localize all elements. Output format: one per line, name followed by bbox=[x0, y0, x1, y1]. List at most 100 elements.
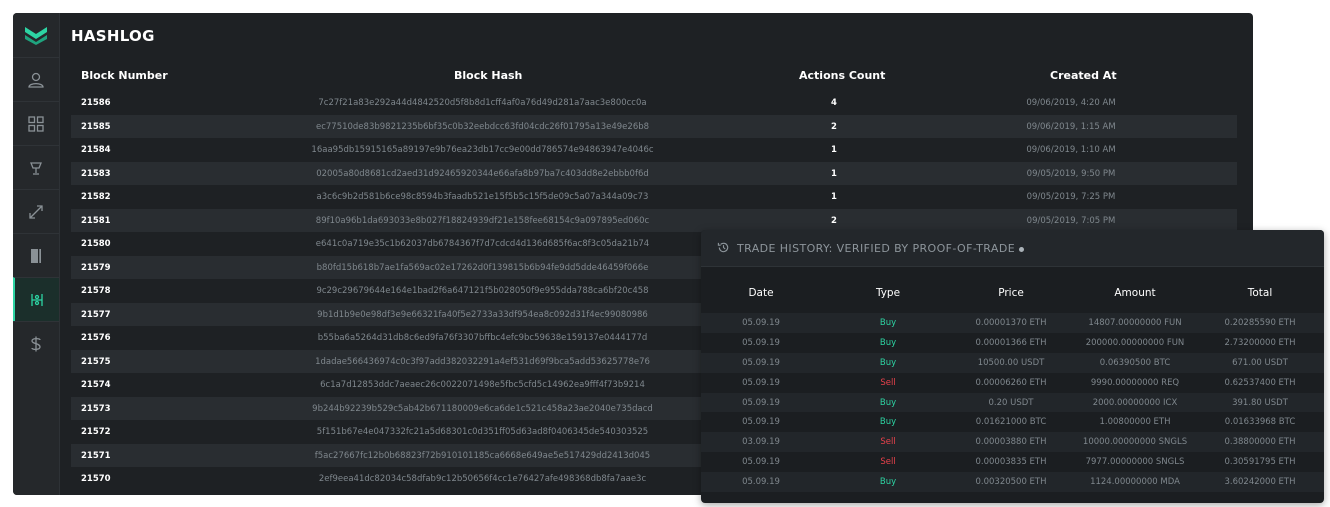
trade-price: 0.00001366 ETH bbox=[975, 337, 1047, 348]
trade-price: 0.00320500 ETH bbox=[975, 477, 1047, 488]
trade-date: 03.09.19 bbox=[742, 437, 780, 448]
actions-count: 1 bbox=[831, 168, 837, 179]
created-at: 09/06/2019, 1:10 AM bbox=[1026, 145, 1116, 155]
panel-header: TRADE HISTORY: VERIFIED BY PROOF-OF-TRAD… bbox=[701, 230, 1324, 267]
block-hash[interactable]: 02005a80d8681cd2aed31d92465920344e66afa8… bbox=[71, 169, 894, 179]
book-icon bbox=[31, 248, 41, 263]
trade-total: 0.38800000 ETH bbox=[1224, 437, 1296, 448]
header-actions-count[interactable]: Actions Count bbox=[799, 69, 885, 82]
actions-count: 1 bbox=[831, 145, 837, 155]
header-created-at[interactable]: Created At bbox=[1050, 69, 1117, 82]
trade-table: 05.09.19 Buy 0.00001370 ETH 14807.00000000 … bbox=[701, 313, 1324, 493]
actions-count: 4 bbox=[831, 98, 837, 108]
trade-price: 10500.00 USDT bbox=[977, 357, 1045, 368]
panel-title: TRADE HISTORY: VERIFIED BY PROOF-OF-TRAD… bbox=[737, 242, 1016, 255]
header-block-number[interactable]: Block Number bbox=[81, 69, 168, 82]
trade-type: Buy bbox=[879, 397, 897, 408]
trade-amount: 0.06390500 BTC bbox=[1099, 357, 1171, 368]
user-icon bbox=[28, 72, 44, 88]
trade-type: Sell bbox=[880, 437, 896, 448]
table-row[interactable]: 21585 ec77510de83b9821235b6bf35c0b32eebdc… bbox=[71, 114, 1237, 138]
trade-row[interactable]: 05.09.19 Buy 0.01621000 BTC 1.00800000 ETH 0… bbox=[701, 412, 1324, 432]
trade-amount: 1.00800000 ETH bbox=[1099, 417, 1171, 428]
trade-row[interactable]: 03.09.19 Sell 0.00003880 ETH 10000.00000000… bbox=[701, 432, 1324, 453]
logo[interactable] bbox=[13, 13, 59, 57]
trade-row[interactable]: 05.09.19 Buy 0.00001370 ETH 14807.00000000 … bbox=[701, 313, 1324, 333]
actions-count: 2 bbox=[831, 215, 837, 226]
sidebar-item-trophy[interactable] bbox=[13, 145, 59, 189]
header-type[interactable]: Type bbox=[828, 287, 948, 299]
trade-row[interactable]: 05.09.19 Buy 10500.00 USDT 0.06390500 BTC 67… bbox=[701, 352, 1324, 373]
trade-amount: 9990.00000000 REQ bbox=[1090, 377, 1180, 388]
table-row[interactable]: 21583 02005a80d8681cd2aed31d92465920344e6… bbox=[71, 161, 1237, 185]
trade-amount: 1124.00000000 MDA bbox=[1090, 477, 1180, 488]
trade-type: Buy bbox=[879, 357, 897, 368]
transfer-icon bbox=[29, 204, 43, 219]
block-hash[interactable]: ec77510de83b9821235b6bf35c0b32eebdcc63fd… bbox=[71, 122, 894, 132]
block-hash[interactable]: 16aa95db15915165a89197e9b76ea23db17cc9e0… bbox=[71, 145, 894, 155]
trade-type: Buy bbox=[879, 337, 897, 348]
trade-total: 0.01633968 BTC bbox=[1224, 417, 1296, 428]
sidebar bbox=[13, 13, 60, 495]
dollar-icon bbox=[31, 336, 41, 351]
trade-type: Sell bbox=[880, 457, 896, 468]
header-price[interactable]: Price bbox=[951, 287, 1071, 299]
created-at: 09/06/2019, 4:20 AM bbox=[1026, 98, 1116, 108]
sidebar-item-transfer[interactable] bbox=[13, 189, 59, 233]
trade-amount: 7977.00000000 SNGLS bbox=[1085, 457, 1185, 468]
trade-amount: 14807.00000000 FUN bbox=[1088, 318, 1182, 328]
sidebar-item-book[interactable] bbox=[13, 233, 59, 277]
created-at: 09/05/2019, 7:05 PM bbox=[1026, 215, 1116, 226]
table-row[interactable]: 21581 89f10a96b1da693033e8b027f18824939df… bbox=[71, 208, 1237, 232]
trade-date: 05.09.19 bbox=[742, 417, 780, 428]
trade-row[interactable]: 05.09.19 Buy 0.20 USDT 2000.00000000 ICX 391… bbox=[701, 392, 1324, 413]
trade-date: 05.09.19 bbox=[742, 357, 780, 368]
created-at: 09/05/2019, 7:25 PM bbox=[1026, 192, 1116, 202]
block-hash[interactable]: 89f10a96b1da693033e8b027f18824939df21e15… bbox=[71, 216, 894, 226]
trade-price: 0.00001370 ETH bbox=[975, 318, 1047, 328]
trade-row[interactable]: 05.09.19 Buy 0.00320500 ETH 1124.00000000 M… bbox=[701, 472, 1324, 493]
table-row[interactable]: 21584 16aa95db15915165a89197e9b76ea23db17… bbox=[71, 138, 1237, 162]
header-date[interactable]: Date bbox=[701, 287, 821, 299]
sidebar-item-dashboard[interactable] bbox=[13, 101, 59, 145]
trade-row[interactable]: 05.09.19 Sell 0.00003835 ETH 7977.00000000 … bbox=[701, 452, 1324, 472]
trade-total: 2.73200000 ETH bbox=[1224, 337, 1296, 348]
trade-total: 0.30591795 ETH bbox=[1224, 457, 1296, 468]
trade-price: 0.20 USDT bbox=[988, 397, 1034, 408]
trade-date: 05.09.19 bbox=[742, 477, 780, 488]
trade-price: 0.00006260 ETH bbox=[975, 377, 1047, 388]
trade-type: Buy bbox=[879, 477, 897, 488]
header-block-hash[interactable]: Block Hash bbox=[454, 69, 522, 82]
trade-total: 391.80 USDT bbox=[1232, 397, 1288, 408]
sidebar-item-blocks[interactable] bbox=[13, 277, 59, 321]
trade-amount: 10000.00000000 SNGLS bbox=[1082, 437, 1188, 448]
actions-count: 2 bbox=[831, 121, 837, 132]
block-hash[interactable]: a3c6c9b2d581b6ce98c8594b3faadb521e15f5b5… bbox=[71, 192, 894, 202]
created-at: 09/06/2019, 1:15 AM bbox=[1026, 121, 1116, 132]
block-hash[interactable]: 7c27f21a83e292a44d4842520d5f8b8d1cff4af0… bbox=[71, 98, 894, 108]
header-total[interactable]: Total bbox=[1200, 287, 1320, 299]
table-row[interactable]: 21582 a3c6c9b2d581b6ce98c8594b3faadb521e1… bbox=[71, 185, 1237, 209]
trade-history-panel: TRADE HISTORY: VERIFIED BY PROOF-OF-TRAD… bbox=[701, 230, 1324, 503]
trade-date: 05.09.19 bbox=[742, 337, 780, 348]
logo-icon bbox=[25, 27, 47, 45]
trade-row[interactable]: 05.09.19 Sell 0.00006260 ETH 9990.00000000 … bbox=[701, 373, 1324, 393]
table-row[interactable]: 21586 7c27f21a83e292a44d4842520d5f8b8d1cf… bbox=[71, 91, 1237, 115]
trade-total: 0.20285590 ETH bbox=[1224, 318, 1296, 328]
trade-date: 05.09.19 bbox=[742, 457, 780, 468]
page-title: HASHLOG bbox=[71, 27, 155, 45]
blocks-icon bbox=[31, 293, 43, 306]
sidebar-item-dollar[interactable] bbox=[13, 321, 59, 365]
created-at: 09/05/2019, 9:50 PM bbox=[1026, 168, 1116, 179]
trade-price: 0.00003880 ETH bbox=[975, 437, 1047, 448]
sidebar-item-profile[interactable] bbox=[13, 57, 59, 101]
info-icon[interactable] bbox=[1019, 247, 1024, 252]
header-amount[interactable]: Amount bbox=[1075, 287, 1195, 299]
trade-amount: 2000.00000000 ICX bbox=[1092, 397, 1178, 408]
trade-date: 05.09.19 bbox=[742, 397, 780, 408]
trade-price: 0.01621000 BTC bbox=[975, 417, 1047, 428]
trade-type: Sell bbox=[880, 377, 896, 388]
trade-row[interactable]: 05.09.19 Buy 0.00001366 ETH 200000.00000000… bbox=[701, 333, 1324, 353]
dashboard-icon bbox=[28, 115, 44, 132]
actions-count: 1 bbox=[831, 192, 837, 202]
